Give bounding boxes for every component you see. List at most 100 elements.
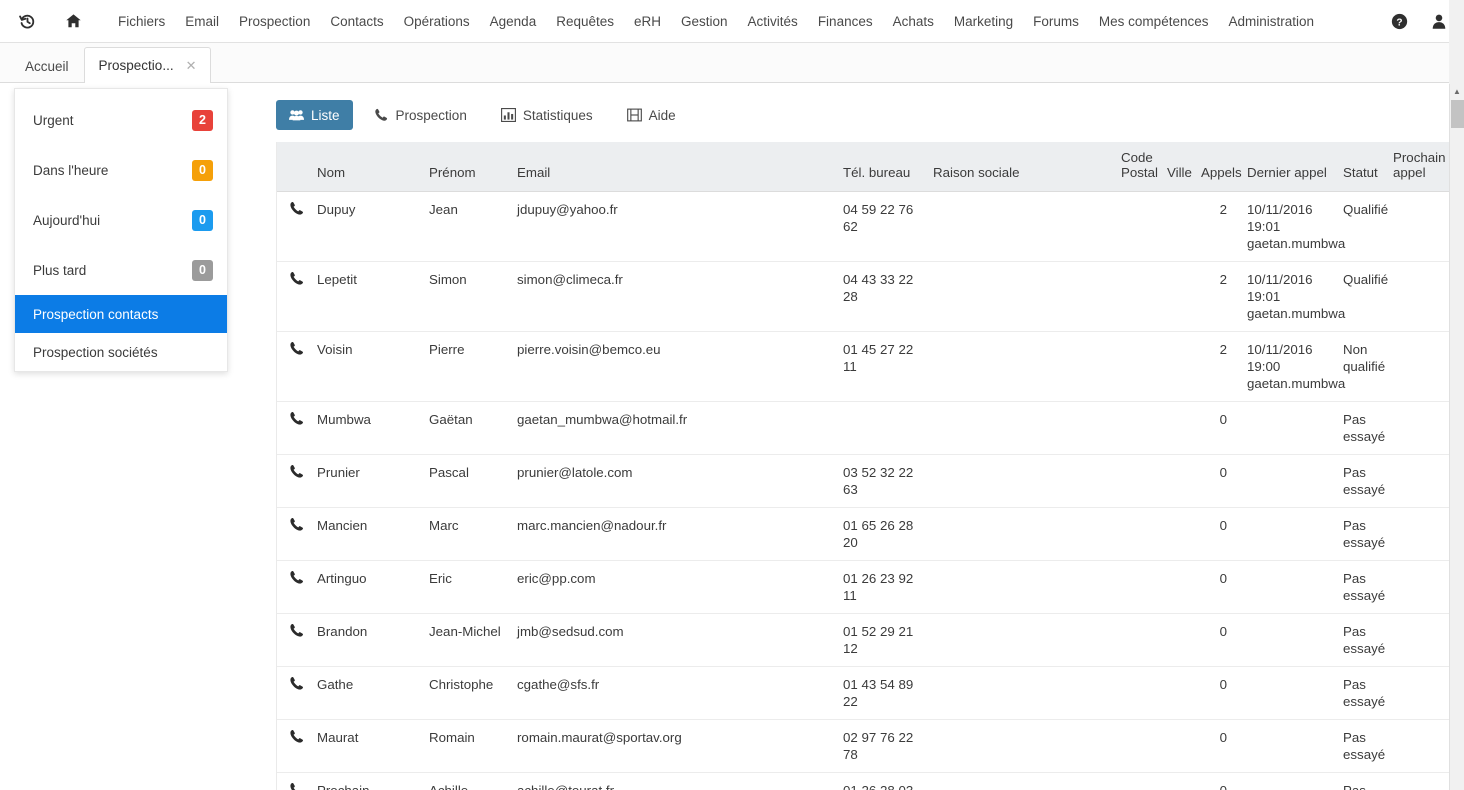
nav-item-erh[interactable]: eRH [624,10,671,33]
sidebar-item-aujourdhui[interactable]: Aujourd'hui 0 [15,195,227,245]
sidebar-item-prospection-contacts[interactable]: Prospection contacts [15,295,227,333]
table-row[interactable]: Brandon Jean-Michel jmb@sedsud.com 01 52 29… [277,613,1450,667]
sidebar-item-prospection-societes-label: Prospection sociétés [33,344,158,360]
badge-plus-tard: 0 [192,259,213,281]
nav-item-fichiers[interactable]: Fichiers [108,10,175,33]
row-phone-icon[interactable] [277,261,311,332]
row-phone-icon[interactable] [277,401,311,455]
nav-item-marketing[interactable]: Marketing [944,10,1023,33]
nav-item-operations[interactable]: Opérations [394,10,480,33]
cell-tel-bureau [837,401,927,455]
row-phone-icon[interactable] [277,191,311,262]
table-row[interactable]: Prunier Pascal prunier@latole.com 03 52 32 … [277,454,1450,508]
sidebar-item-urgent-label: Urgent [33,112,74,128]
cell-nom: Voisin [311,331,423,402]
cell-tel-bureau: 01 26 28 03 21 [837,772,927,790]
row-phone-icon[interactable] [277,719,311,773]
column-header-nom[interactable]: Nom [311,142,423,192]
vertical-scrollbar-thumb[interactable] [1451,100,1464,128]
column-header-dernier-appel[interactable]: Dernier appel [1241,142,1337,192]
sidebar-item-urgent[interactable]: Urgent 2 [15,95,227,145]
cell-dernier-appel [1241,401,1337,455]
nav-item-prospection[interactable]: Prospection [229,10,320,33]
cell-code-postal [1115,560,1161,614]
row-phone-icon[interactable] [277,507,311,561]
home-icon[interactable] [60,8,86,34]
column-header-tel[interactable]: Tél. bureau [837,142,927,192]
row-phone-icon[interactable] [277,454,311,508]
cell-raison-sociale [927,666,1115,720]
cell-raison-sociale [927,772,1115,790]
close-icon[interactable]: ✕ [186,59,197,72]
cell-ville [1161,401,1195,455]
sidebar-item-dans-l-heure[interactable]: Dans l'heure 0 [15,145,227,195]
nav-item-finances[interactable]: Finances [808,10,883,33]
main-content: Liste Prospection Statistiques Aide Nom … [248,84,1450,790]
cell-tel-bureau: 01 26 23 92 11 [837,560,927,614]
row-phone-icon[interactable] [277,666,311,720]
column-header-code-postal[interactable]: Code Postal [1115,142,1161,192]
table-row[interactable]: Lepetit Simon simon@climeca.fr 04 43 33 22 … [277,261,1450,332]
table-row[interactable]: Mancien Marc marc.mancien@nadour.fr 01 65 2… [277,507,1450,561]
row-phone-icon[interactable] [277,560,311,614]
column-header-prenom[interactable]: Prénom [423,142,511,192]
cell-code-postal [1115,191,1161,262]
help-circle-icon[interactable]: ? [1386,9,1412,35]
cell-statut: Pas essayé [1337,772,1387,790]
cell-raison-sociale [927,454,1115,508]
nav-item-administration[interactable]: Administration [1218,10,1324,33]
nav-item-contacts[interactable]: Contacts [320,10,393,33]
nav-item-activites[interactable]: Activités [738,10,808,33]
cell-dernier-appel [1241,772,1337,790]
tab-prospection[interactable]: Prospectio... ✕ [83,47,212,83]
column-header-prochain-appel[interactable]: Prochain appel [1387,142,1450,192]
cell-appels: 0 [1195,666,1241,720]
chevron-up-icon[interactable]: ▲ [1450,84,1464,99]
cell-raison-sociale [927,261,1115,332]
cell-nom: Mumbwa [311,401,423,455]
sidebar-item-prospection-societes[interactable]: Prospection sociétés [15,333,227,371]
column-header-ville[interactable]: Ville [1161,142,1195,192]
cell-raison-sociale [927,507,1115,561]
row-phone-icon[interactable] [277,772,311,790]
cell-prochain-appel [1387,772,1450,790]
table-row[interactable]: ProchainAchilleachille@tourat.fr01 26 28… [277,772,1450,790]
nav-item-requetes[interactable]: Requêtes [546,10,624,33]
cell-prochain-appel [1387,401,1450,455]
tab-aide[interactable]: Aide [614,100,689,130]
sidebar-item-plus-tard[interactable]: Plus tard 0 [15,245,227,295]
table-row[interactable]: Dupuy Jean jdupuy@yahoo.fr 04 59 22 76 62 2 1… [277,191,1450,262]
cell-dernier-heure: 19:01 [1247,219,1281,234]
nav-item-agenda[interactable]: Agenda [480,10,547,33]
table-row[interactable]: Maurat Romain romain.maurat@sportav.org 02 … [277,719,1450,773]
table-row[interactable]: Gathe Christophe cgathe@sfs.fr 01 43 54 89 … [277,666,1450,720]
nav-item-forums[interactable]: Forums [1023,10,1089,33]
column-header-statut[interactable]: Statut [1337,142,1387,192]
row-phone-icon[interactable] [277,331,311,402]
cell-email: gaetan_mumbwa@hotmail.fr [511,401,837,455]
table-row[interactable]: Voisin Pierre pierre.voisin@bemco.eu 01 45 … [277,331,1450,402]
nav-item-mes-competences[interactable]: Mes compétences [1089,10,1219,33]
row-phone-icon[interactable] [277,613,311,667]
column-header-email[interactable]: Email [511,142,837,192]
table-row[interactable]: Artinguo Eric eric@pp.com 01 26 23 92 11 0 Pa… [277,560,1450,614]
history-icon[interactable] [14,8,40,34]
nav-item-gestion[interactable]: Gestion [671,10,738,33]
nav-item-achats[interactable]: Achats [883,10,944,33]
vertical-scrollbar[interactable]: ▲ [1449,84,1464,790]
tab-liste[interactable]: Liste [276,100,353,130]
column-header-icon[interactable] [277,142,311,192]
tab-accueil[interactable]: Accueil [10,50,84,82]
column-header-raison-sociale[interactable]: Raison sociale [927,142,1115,192]
cell-code-postal [1115,454,1161,508]
column-header-appels[interactable]: Appels [1195,142,1242,192]
tab-prospection-view[interactable]: Prospection [361,100,480,130]
cell-ville [1161,454,1195,508]
cell-nom: Dupuy [311,191,423,262]
table-row[interactable]: Mumbwa Gaëtan gaetan_mumbwa@hotmail.fr 0 Pas… [277,401,1450,455]
content-toolbar: Liste Prospection Statistiques Aide [248,84,1450,146]
users-icon [289,108,304,123]
sidebar-item-plus-tard-label: Plus tard [33,262,87,278]
nav-item-email[interactable]: Email [175,10,229,33]
tab-statistiques[interactable]: Statistiques [488,100,606,130]
